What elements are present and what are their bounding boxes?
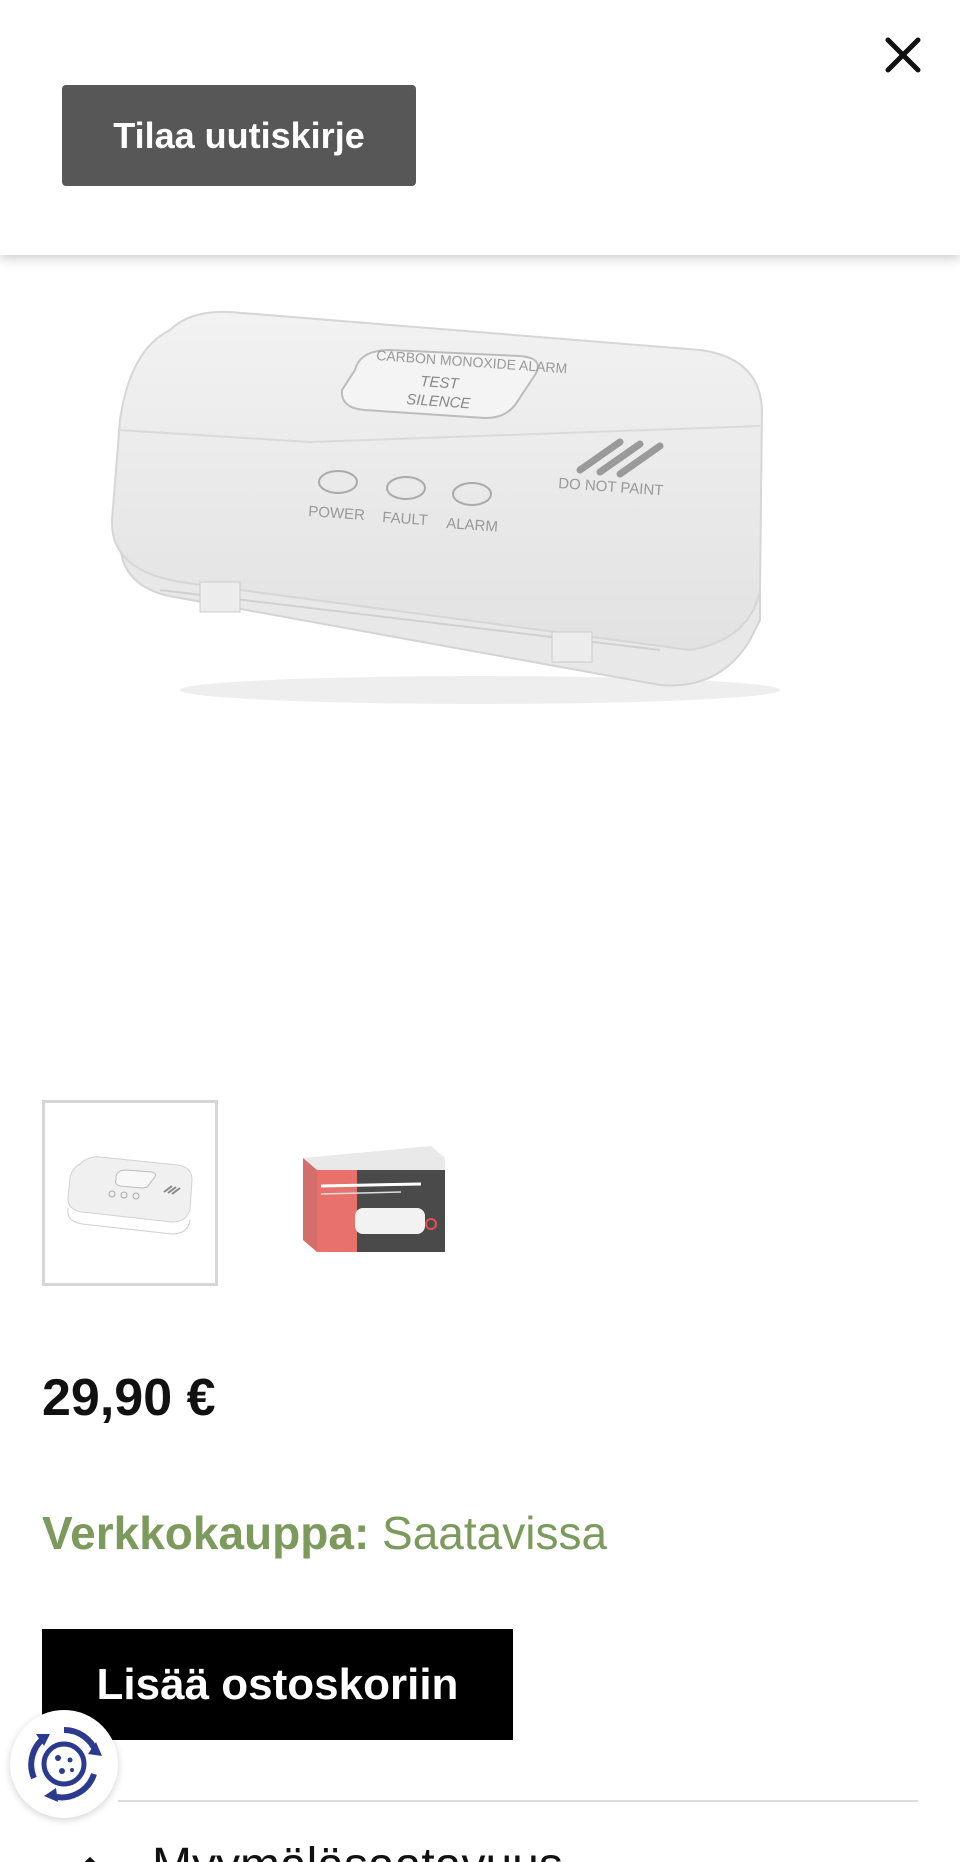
- device-alarm-text: ALARM: [446, 515, 499, 536]
- close-icon[interactable]: [878, 30, 928, 80]
- alarm-thumbnail-icon: [67, 1156, 193, 1235]
- chevron-icon: [60, 1838, 130, 1862]
- thumbnail-alarm-package[interactable]: [278, 1100, 454, 1286]
- product-main-image[interactable]: CARBON MONOXIDE ALARM TEST SILENCE POWER…: [100, 290, 820, 710]
- store-availability-label: Myymäläsaatavuus: [152, 1838, 563, 1862]
- top-bar: Tilaa uutiskirje: [0, 0, 960, 255]
- device-fault-text: FAULT: [382, 509, 429, 529]
- package-thumbnail-icon: [303, 1146, 445, 1252]
- device-test-text: TEST: [420, 373, 461, 393]
- add-to-cart-button[interactable]: Lisää ostoskoriin: [42, 1629, 513, 1740]
- availability-status: Verkkokauppa: Saatavissa: [42, 1506, 607, 1560]
- store-availability-section[interactable]: Myymäläsaatavuus: [60, 1838, 580, 1862]
- newsletter-button[interactable]: Tilaa uutiskirje: [62, 85, 416, 186]
- product-price: 29,90 €: [42, 1369, 216, 1427]
- availability-value: Saatavissa: [382, 1507, 608, 1559]
- cookie-settings-icon[interactable]: [10, 1710, 118, 1818]
- availability-label: Verkkokauppa:: [42, 1507, 370, 1559]
- thumbnail-alarm-device[interactable]: [42, 1100, 218, 1286]
- section-divider: [118, 1800, 918, 1802]
